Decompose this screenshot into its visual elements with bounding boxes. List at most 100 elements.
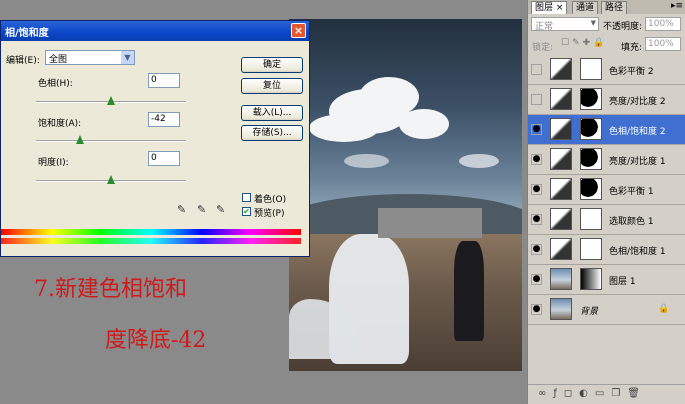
layer-row[interactable]: ● 🔒 背景 [528, 295, 685, 325]
layers-panel: 图层 × 通道 路径 ▸≡ 正常 ▼ 不透明度: 100% 锁定: ☐✎✚🔒 填… [527, 0, 685, 404]
adjustment-layer-icon [550, 148, 572, 170]
opacity-input[interactable]: 100% [645, 17, 681, 31]
image-thumbnail [550, 298, 572, 320]
eyedropper-plus-icon[interactable]: ✎ [197, 203, 207, 216]
close-icon[interactable]: × [556, 3, 564, 13]
footer-icons[interactable]: ∞ƒ◻◐▭❐🗑 [538, 388, 647, 399]
tab-paths[interactable]: 路径 [601, 1, 628, 14]
lightness-input[interactable]: 0 [148, 151, 180, 166]
colorize-label: 着色(O) [254, 195, 287, 205]
lightness-label: 明度(I): [38, 158, 69, 168]
hue-input[interactable]: 0 [148, 73, 180, 88]
adjustment-layer-icon [550, 118, 572, 140]
layer-mask-thumbnail[interactable] [580, 88, 602, 110]
layer-name: 色相/饱和度 2 [609, 127, 666, 137]
hue-saturation-dialog: 相/饱和度 × 编辑(E): 全图 ▼ 色相(H): 0 饱和度(A): -42… [0, 20, 310, 257]
blend-mode-value: 正常 [535, 22, 554, 32]
visibility-eye-icon[interactable]: ● [531, 124, 542, 135]
lock-icons[interactable]: ☐✎✚🔒 [561, 38, 607, 48]
layer-name: 背景 [580, 307, 599, 317]
adjustment-layer-icon [550, 178, 572, 200]
cloud [399, 109, 449, 139]
layer-row[interactable]: 亮度/对比度 2 [528, 85, 685, 115]
saturation-input[interactable]: -42 [148, 112, 180, 127]
layer-row[interactable]: ● 色彩平衡 1 [528, 175, 685, 205]
layer-mask-thumbnail[interactable] [580, 178, 602, 200]
lock-label: 锁定: [532, 43, 554, 53]
layer-name: 色彩平衡 1 [609, 187, 654, 197]
load-button[interactable]: 载入(L)... [241, 105, 303, 121]
reset-button[interactable]: 复位 [241, 78, 303, 94]
saturation-slider-thumb[interactable] [75, 135, 84, 144]
tab-channels[interactable]: 通道 [572, 1, 599, 14]
visibility-eye-icon[interactable]: ● [531, 214, 542, 225]
layer-name: 亮度/对比度 1 [609, 157, 666, 167]
layer-row[interactable]: ● 亮度/对比度 1 [528, 145, 685, 175]
panel-tabs: 图层 × 通道 路径 ▸≡ [528, 0, 685, 14]
dialog-titlebar[interactable]: 相/饱和度 × [1, 21, 309, 41]
redaction-block [378, 208, 482, 238]
colorize-checkbox[interactable] [242, 193, 251, 202]
adjustment-layer-icon [550, 88, 572, 110]
adjusted-spectrum-bar [1, 238, 301, 244]
adjustment-layer-icon [550, 238, 572, 260]
layer-row[interactable]: ● 选取颜色 1 [528, 205, 685, 235]
eyedropper-minus-icon[interactable]: ✎ [216, 203, 226, 216]
ok-button[interactable]: 确定 [241, 57, 303, 73]
visibility-eye-icon[interactable] [531, 94, 542, 105]
cloud [309, 114, 379, 142]
layer-row[interactable]: ● 图层 1 [528, 265, 685, 295]
layer-row[interactable]: 色彩平衡 2 [528, 55, 685, 85]
visibility-eye-icon[interactable]: ● [531, 154, 542, 165]
hue-slider-thumb[interactable] [107, 96, 115, 105]
photo-canvas[interactable] [289, 19, 522, 371]
fill-input[interactable]: 100% [645, 37, 681, 51]
layer-mask-thumbnail[interactable] [580, 238, 602, 260]
layer-name: 选取颜色 1 [609, 217, 654, 227]
layer-name: 亮度/对比度 2 [609, 97, 666, 107]
save-button[interactable]: 存储(S)... [241, 125, 303, 141]
caption-line-1: 7.新建色相饱和 [34, 277, 187, 302]
edit-select[interactable]: 全图 ▼ [45, 50, 135, 65]
dialog-title: 相/饱和度 [5, 28, 49, 39]
visibility-eye-icon[interactable]: ● [531, 244, 542, 255]
layer-row[interactable]: ● 色相/饱和度 1 [528, 235, 685, 265]
layer-name: 色彩平衡 2 [609, 67, 654, 77]
layer-name: 图层 1 [609, 277, 636, 287]
caption-line-2: 度降底-42 [105, 328, 207, 353]
layer-mask-thumbnail[interactable] [580, 58, 602, 80]
cloud [459, 154, 499, 168]
saturation-slider-track[interactable] [36, 140, 186, 142]
layer-mask-thumbnail[interactable] [580, 118, 602, 140]
visibility-eye-icon[interactable]: ● [531, 274, 542, 285]
chevron-down-icon[interactable]: ▼ [591, 19, 596, 27]
edit-label: 编辑(E): [6, 56, 40, 66]
visibility-eye-icon[interactable]: ● [531, 304, 542, 315]
layer-mask-thumbnail[interactable] [580, 148, 602, 170]
adjustment-layer-icon [550, 58, 572, 80]
fill-label: 填充: [621, 43, 643, 53]
opacity-label: 不透明度: [603, 22, 643, 32]
eyedropper-icon[interactable]: ✎ [177, 203, 187, 216]
layer-row[interactable]: ● 色相/饱和度 2 [528, 115, 685, 145]
layer-name: 色相/饱和度 1 [609, 247, 666, 257]
saturation-label: 饱和度(A): [38, 119, 82, 129]
lock-icon: 🔒 [658, 304, 670, 314]
edit-select-value: 全图 [49, 55, 68, 65]
close-icon[interactable]: × [291, 23, 306, 38]
visibility-eye-icon[interactable] [531, 64, 542, 75]
chevron-down-icon[interactable]: ▼ [121, 51, 134, 64]
preview-label: 预览(P) [254, 209, 285, 219]
visibility-eye-icon[interactable]: ● [531, 184, 542, 195]
tab-layers[interactable]: 图层 × [531, 1, 568, 14]
lightness-slider-thumb[interactable] [107, 175, 115, 184]
layer-mask-thumbnail[interactable] [580, 208, 602, 230]
preview-checkbox[interactable]: ✔ [242, 207, 251, 216]
layer-mask-thumbnail[interactable] [580, 268, 602, 290]
cloud [344, 154, 389, 168]
color-spectrum-bar [1, 229, 301, 235]
adjustment-layer-icon [550, 208, 572, 230]
panel-menu-icon[interactable]: ▸≡ [671, 1, 683, 11]
panel-footer: ∞ƒ◻◐▭❐🗑 [528, 384, 685, 404]
blend-mode-select[interactable]: 正常 ▼ [531, 17, 599, 32]
